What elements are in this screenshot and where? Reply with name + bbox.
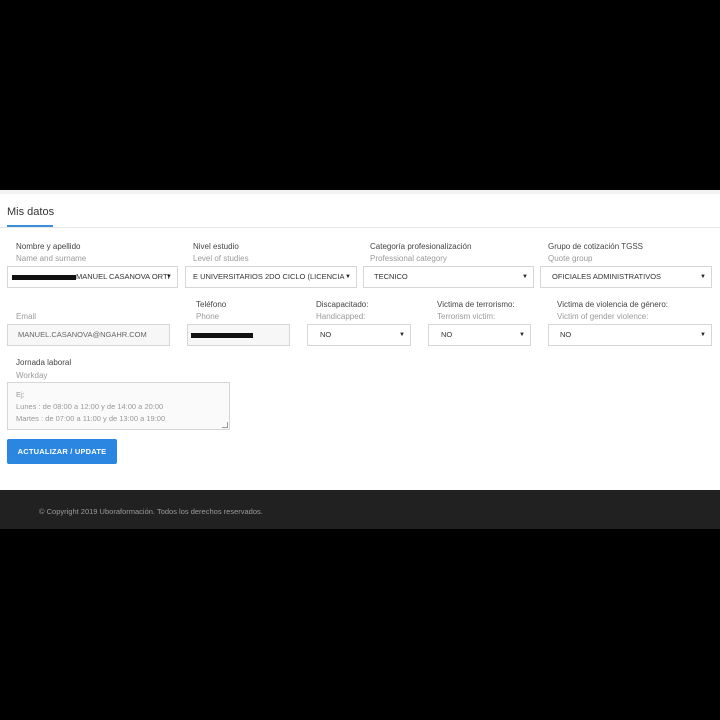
email-value: MANUEL.CASANOVA@NGAHR.COM [18, 330, 147, 339]
workday-textarea[interactable]: Ej: Lunes : de 08:00 a 12:00 y de 14:00 … [7, 382, 230, 430]
studies-select[interactable]: E UNIVERSITARIOS 2DO CICLO (LICENCIA ▼ [185, 266, 357, 288]
workday-sublabel: Workday [16, 371, 48, 380]
category-label: Categoría profesionalización [370, 242, 472, 251]
phone-field[interactable] [187, 324, 290, 346]
name-value: MANUEL CASANOVA ORTI [76, 272, 170, 281]
caret-down-icon: ▼ [519, 332, 525, 338]
quote-group-select[interactable]: OFICIALES ADMINISTRATIVOS ▼ [540, 266, 712, 288]
footer: © Copyright 2019 Uboraformación. Todos l… [0, 490, 720, 529]
quote-group-sublabel: Quote group [548, 254, 593, 263]
page-title: Mis datos [7, 206, 55, 218]
terrorism-select[interactable]: NO ▼ [428, 324, 531, 346]
gender-violence-sublabel: Victim of gender violence: [557, 312, 649, 321]
phone-label: Teléfono [196, 300, 227, 309]
terrorism-sublabel: Terrorism victim: [437, 312, 496, 321]
profile-page: Mis datos Nombre y apellido Name and sur… [0, 190, 720, 529]
header-divider [0, 227, 720, 228]
caret-down-icon: ▼ [166, 274, 172, 280]
name-sublabel: Name and surname [16, 254, 87, 263]
gender-violence-label: Victima de violencia de género: [557, 300, 669, 309]
category-sublabel: Professional category [370, 254, 447, 263]
phone-sublabel: Phone [196, 312, 220, 321]
workday-label: Jornada laboral [16, 358, 72, 367]
update-button[interactable]: ACTUALIZAR / UPDATE [7, 439, 117, 464]
workday-placeholder-line: Martes : de 07:00 a 11:00 y de 13:00 a 1… [16, 414, 166, 423]
handicapped-sublabel: Handicapped: [316, 312, 366, 321]
copyright-text: © Copyright 2019 Uboraformación. Todos l… [39, 507, 263, 516]
redaction-mark [191, 333, 253, 338]
gender-violence-select[interactable]: NO ▼ [548, 324, 712, 346]
workday-placeholder-line: Ej: [16, 390, 25, 399]
handicapped-select[interactable]: NO ▼ [307, 324, 411, 346]
name-label: Nombre y apellido [16, 242, 81, 251]
gender-violence-value: NO [560, 330, 572, 339]
resize-handle-icon[interactable] [222, 422, 228, 428]
quote-group-label: Grupo de cotización TGSS [548, 242, 644, 251]
caret-down-icon: ▼ [700, 274, 706, 280]
caret-down-icon: ▼ [399, 332, 405, 338]
terrorism-value: NO [441, 330, 453, 339]
studies-sublabel: Level of studies [193, 254, 249, 263]
workday-placeholder-line: Lunes : de 08:00 a 12:00 y de 14:00 a 20… [16, 402, 164, 411]
name-select[interactable]: MANUEL CASANOVA ORTI ▼ [7, 266, 178, 288]
studies-value: E UNIVERSITARIOS 2DO CICLO (LICENCIA [193, 272, 345, 281]
category-select[interactable]: TECNICO ▼ [363, 266, 534, 288]
quote-group-value: OFICIALES ADMINISTRATIVOS [552, 272, 662, 281]
category-value: TECNICO [374, 272, 408, 281]
handicapped-label: Discapacitado: [316, 300, 369, 309]
redaction-mark [12, 275, 76, 280]
handicapped-value: NO [320, 330, 332, 339]
email-sublabel: Email [16, 312, 37, 321]
caret-down-icon: ▼ [345, 274, 351, 280]
top-border [0, 190, 720, 194]
studies-label: Nivel estudio [193, 242, 239, 251]
caret-down-icon: ▼ [700, 332, 706, 338]
email-field[interactable]: MANUEL.CASANOVA@NGAHR.COM [7, 324, 170, 346]
caret-down-icon: ▼ [522, 274, 528, 280]
terrorism-label: Victima de terrorismo: [437, 300, 515, 309]
